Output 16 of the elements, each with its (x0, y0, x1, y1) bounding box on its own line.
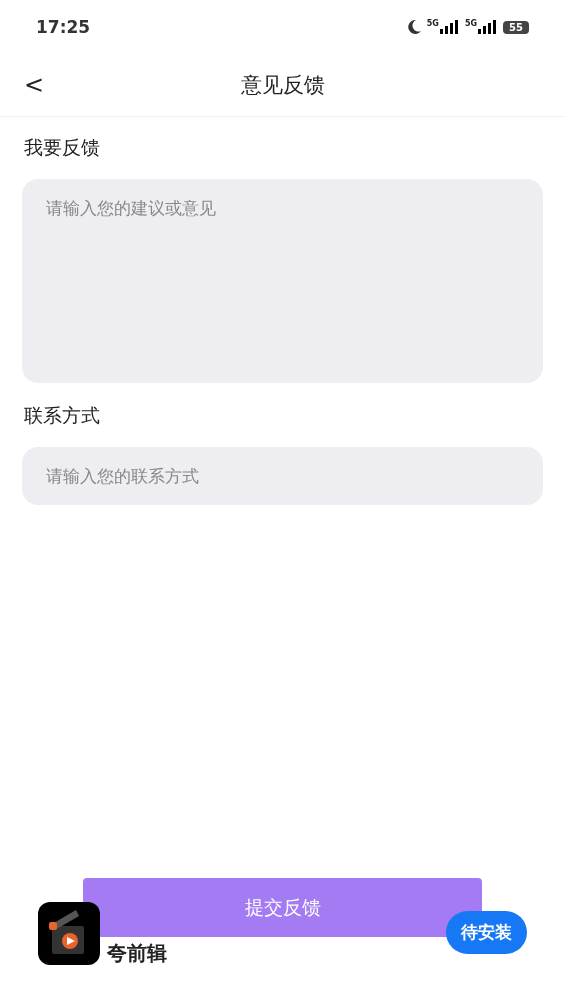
signal-icon (478, 20, 499, 34)
app-icon[interactable] (38, 902, 100, 965)
page-title: 意见反馈 (240, 72, 325, 99)
feedback-field[interactable]: 请输入您的建议或意见 (22, 179, 543, 383)
signal-icon (439, 20, 460, 34)
network-label: 5G (464, 20, 478, 28)
status-time: 17:25 (36, 17, 91, 37)
contact-field[interactable]: 请输入您的联系方式 (22, 447, 543, 505)
install-button[interactable]: 待安装 (446, 911, 527, 954)
moon-icon (405, 19, 422, 35)
field-label: 我要反馈 (24, 135, 101, 160)
back-button[interactable]: < (24, 71, 45, 99)
field-label: 联系方式 (24, 403, 101, 428)
battery-level: 55 (503, 20, 529, 34)
app-name: 夸前辑 (107, 940, 167, 967)
network-label: 5G (426, 20, 439, 28)
